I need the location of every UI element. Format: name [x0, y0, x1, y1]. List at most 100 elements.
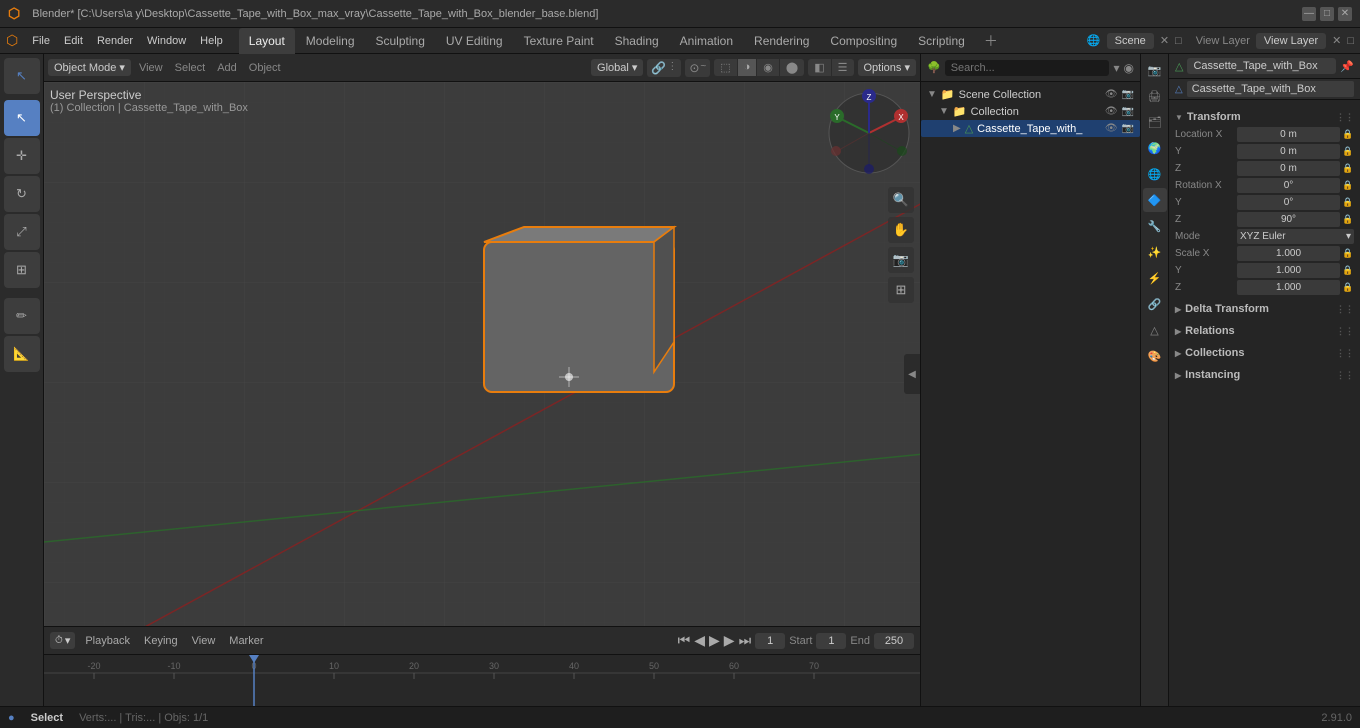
- solid-mode[interactable]: ◑: [738, 59, 758, 76]
- render-mode[interactable]: ⬤: [780, 59, 804, 76]
- next-frame-button[interactable]: ▶: [724, 632, 735, 649]
- tab-add-button[interactable]: ＋: [976, 28, 1006, 54]
- scale-z-lock[interactable]: 🔒: [1342, 282, 1354, 293]
- data-props-icon[interactable]: △: [1143, 318, 1167, 342]
- menu-window[interactable]: Window: [141, 33, 192, 49]
- physics-props-icon[interactable]: ⚡: [1143, 266, 1167, 290]
- object-mode-selector[interactable]: Object Mode ▾: [48, 59, 131, 76]
- delta-section-header[interactable]: ▶ Delta Transform ⋮⋮: [1173, 300, 1356, 318]
- current-frame-field[interactable]: 1: [755, 633, 785, 649]
- select-menu[interactable]: Select: [171, 60, 210, 76]
- material-preview-mode[interactable]: ◉: [757, 59, 780, 76]
- tab-animation[interactable]: Animation: [670, 28, 743, 54]
- transform-options-icon[interactable]: ⋮⋮: [1336, 112, 1354, 123]
- material-props-icon[interactable]: 🎨: [1143, 344, 1167, 368]
- jump-to-end-button[interactable]: ⏭: [739, 632, 752, 649]
- outliner-search-input[interactable]: [945, 60, 1110, 76]
- outliner-item-scene-collection[interactable]: ▼ 📁 Scene Collection 👁 📷: [921, 86, 1140, 103]
- right-panel-collapse[interactable]: ◀: [904, 354, 920, 394]
- render-toggle-3[interactable]: 📷: [1122, 123, 1134, 134]
- rotation-z-field[interactable]: 90°: [1237, 212, 1340, 227]
- prev-frame-button[interactable]: ◀: [694, 632, 705, 649]
- render-toggle[interactable]: 📷: [1122, 89, 1134, 100]
- view-menu-tl[interactable]: View: [188, 633, 220, 649]
- move-tool-button[interactable]: ✛: [4, 138, 40, 174]
- tab-shading[interactable]: Shading: [605, 28, 669, 54]
- start-frame-field[interactable]: 1: [816, 633, 846, 649]
- tab-rendering[interactable]: Rendering: [744, 28, 819, 54]
- object-menu[interactable]: Object: [245, 60, 285, 76]
- menu-edit[interactable]: Edit: [58, 33, 89, 49]
- collections-options-icon[interactable]: ⋮⋮: [1336, 348, 1354, 359]
- scale-x-field[interactable]: 1.000: [1237, 246, 1340, 261]
- proportional-options[interactable]: ~: [700, 61, 706, 75]
- render-toggle-2[interactable]: 📷: [1122, 106, 1134, 117]
- menu-render[interactable]: Render: [91, 33, 139, 49]
- add-menu[interactable]: Add: [213, 60, 241, 76]
- timeline-mode-selector[interactable]: ⏱ ▾: [50, 632, 75, 649]
- location-z-field[interactable]: 0 m: [1237, 161, 1340, 176]
- pan-button[interactable]: ✋: [888, 217, 914, 243]
- scale-x-lock[interactable]: 🔒: [1342, 248, 1354, 259]
- location-x-field[interactable]: 0 m: [1237, 127, 1340, 142]
- outliner-item-cassette[interactable]: ▶ △ Cassette_Tape_with_ 👁 📷: [921, 120, 1140, 137]
- visibility-toggle[interactable]: 👁: [1105, 89, 1118, 100]
- maximize-button[interactable]: □: [1320, 7, 1334, 21]
- viewlayer-props-icon[interactable]: 🗂: [1143, 110, 1167, 134]
- render-props-icon[interactable]: 📷: [1143, 58, 1167, 82]
- tab-compositing[interactable]: Compositing: [820, 28, 907, 54]
- relations-options-icon[interactable]: ⋮⋮: [1336, 326, 1354, 337]
- playback-menu[interactable]: Playback: [81, 633, 134, 649]
- rotation-z-lock[interactable]: 🔒: [1342, 214, 1354, 225]
- modifier-props-icon[interactable]: 🔧: [1143, 214, 1167, 238]
- tab-scripting[interactable]: Scripting: [908, 28, 975, 54]
- timeline-ruler[interactable]: -20 -10 0 10 20 30 40: [44, 655, 920, 706]
- scale-y-field[interactable]: 1.000: [1237, 263, 1340, 278]
- menu-help[interactable]: Help: [194, 33, 229, 49]
- annotate-tool-button[interactable]: ✏: [4, 298, 40, 334]
- rotation-x-field[interactable]: 0°: [1237, 178, 1340, 193]
- location-y-field[interactable]: 0 m: [1237, 144, 1340, 159]
- location-x-lock[interactable]: 🔒: [1342, 129, 1354, 140]
- cursor-tool-button[interactable]: ↖: [4, 100, 40, 136]
- menu-file[interactable]: File: [26, 33, 56, 49]
- rotation-mode-field[interactable]: XYZ Euler ▾: [1237, 229, 1354, 244]
- scene-name[interactable]: Scene: [1107, 33, 1154, 49]
- rotation-x-lock[interactable]: 🔒: [1342, 180, 1354, 191]
- rotation-y-lock[interactable]: 🔒: [1342, 197, 1354, 208]
- tab-modeling[interactable]: Modeling: [296, 28, 365, 54]
- highlight-icon[interactable]: ◉: [1124, 61, 1134, 75]
- props-object-name[interactable]: Cassette_Tape_with_Box: [1187, 58, 1336, 74]
- view-layer-name[interactable]: View Layer: [1256, 33, 1326, 49]
- proportional-toggle[interactable]: ⊙: [689, 61, 699, 75]
- snap-toggle[interactable]: 🔗: [651, 61, 666, 75]
- world-props-icon[interactable]: 🌐: [1143, 162, 1167, 186]
- instancing-section-header[interactable]: ▶ Instancing ⋮⋮: [1173, 366, 1356, 384]
- pin-icon[interactable]: 📌: [1340, 60, 1354, 73]
- filter-icon[interactable]: ▾: [1113, 61, 1119, 75]
- location-z-lock[interactable]: 🔒: [1342, 163, 1354, 174]
- rotate-tool-button[interactable]: ↻: [4, 176, 40, 212]
- navigation-gizmo[interactable]: X Y Z: [824, 88, 914, 178]
- object-props-icon[interactable]: 🔷: [1143, 188, 1167, 212]
- scene-props-icon[interactable]: 🌍: [1143, 136, 1167, 160]
- overlay-toggle[interactable]: ☰: [832, 59, 854, 76]
- options-button[interactable]: Options ▾: [858, 59, 917, 76]
- window-controls[interactable]: — □ ✕: [1302, 7, 1352, 21]
- collections-section-header[interactable]: ▶ Collections ⋮⋮: [1173, 344, 1356, 362]
- tab-layout[interactable]: Layout: [239, 28, 295, 54]
- tab-texture-paint[interactable]: Texture Paint: [514, 28, 604, 54]
- keying-menu[interactable]: Keying: [140, 633, 182, 649]
- marker-menu[interactable]: Marker: [225, 633, 267, 649]
- scale-tool-button[interactable]: ⤢: [4, 214, 40, 250]
- rotation-y-field[interactable]: 0°: [1237, 195, 1340, 210]
- transform-tool-button[interactable]: ⊞: [4, 252, 40, 288]
- wireframe-mode[interactable]: ⬚: [714, 59, 737, 76]
- output-props-icon[interactable]: 🖨: [1143, 84, 1167, 108]
- mode-selector-button[interactable]: ↖: [4, 58, 40, 94]
- end-frame-field[interactable]: 250: [874, 633, 914, 649]
- scale-y-lock[interactable]: 🔒: [1342, 265, 1354, 276]
- jump-to-start-button[interactable]: ⏮: [678, 632, 691, 649]
- instancing-options-icon[interactable]: ⋮⋮: [1336, 370, 1354, 381]
- measure-tool-button[interactable]: 📐: [4, 336, 40, 372]
